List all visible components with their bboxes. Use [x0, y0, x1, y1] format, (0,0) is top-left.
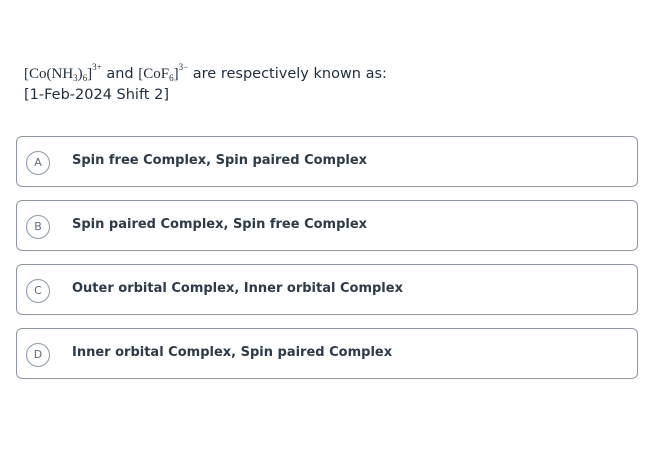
question-line: [Co(NH3)6]3+ and [CoF6]3− are respective…: [24, 63, 624, 85]
formula1-prefix: [Co(NH: [24, 66, 74, 82]
option-a[interactable]: A Spin free Complex, Spin paired Complex: [16, 136, 638, 187]
option-letter-c: C: [26, 279, 50, 303]
question-tail: are respectively known as:: [188, 66, 387, 82]
option-text-a: Spin free Complex, Spin paired Complex: [72, 153, 368, 168]
formula2-charge: 3−: [178, 62, 189, 72]
option-b[interactable]: B Spin paired Complex, Spin free Complex: [16, 200, 638, 251]
formula1-charge: 3+: [92, 62, 102, 72]
option-text-b: Spin paired Complex, Spin free Complex: [72, 217, 368, 232]
formula-cof6: [CoF6]3−: [138, 63, 188, 83]
formula2-prefix: [CoF: [138, 66, 170, 82]
option-c[interactable]: C Outer orbital Complex, Inner orbital C…: [16, 264, 638, 315]
option-letter-d: D: [26, 343, 50, 367]
option-text-d: Inner orbital Complex, Spin paired Compl…: [72, 345, 393, 360]
option-text-c: Outer orbital Complex, Inner orbital Com…: [72, 281, 403, 296]
option-letter-b: B: [26, 215, 50, 239]
question-text: [Co(NH3)6]3+ and [CoF6]3− are respective…: [24, 63, 624, 106]
formula-co-nh3: [Co(NH3)6]3+: [24, 63, 102, 83]
option-d[interactable]: D Inner orbital Complex, Spin paired Com…: [16, 328, 638, 379]
question-connector: and: [101, 66, 139, 82]
question-source: [1-Feb-2024 Shift 2]: [24, 87, 169, 103]
option-letter-a: A: [26, 151, 50, 175]
